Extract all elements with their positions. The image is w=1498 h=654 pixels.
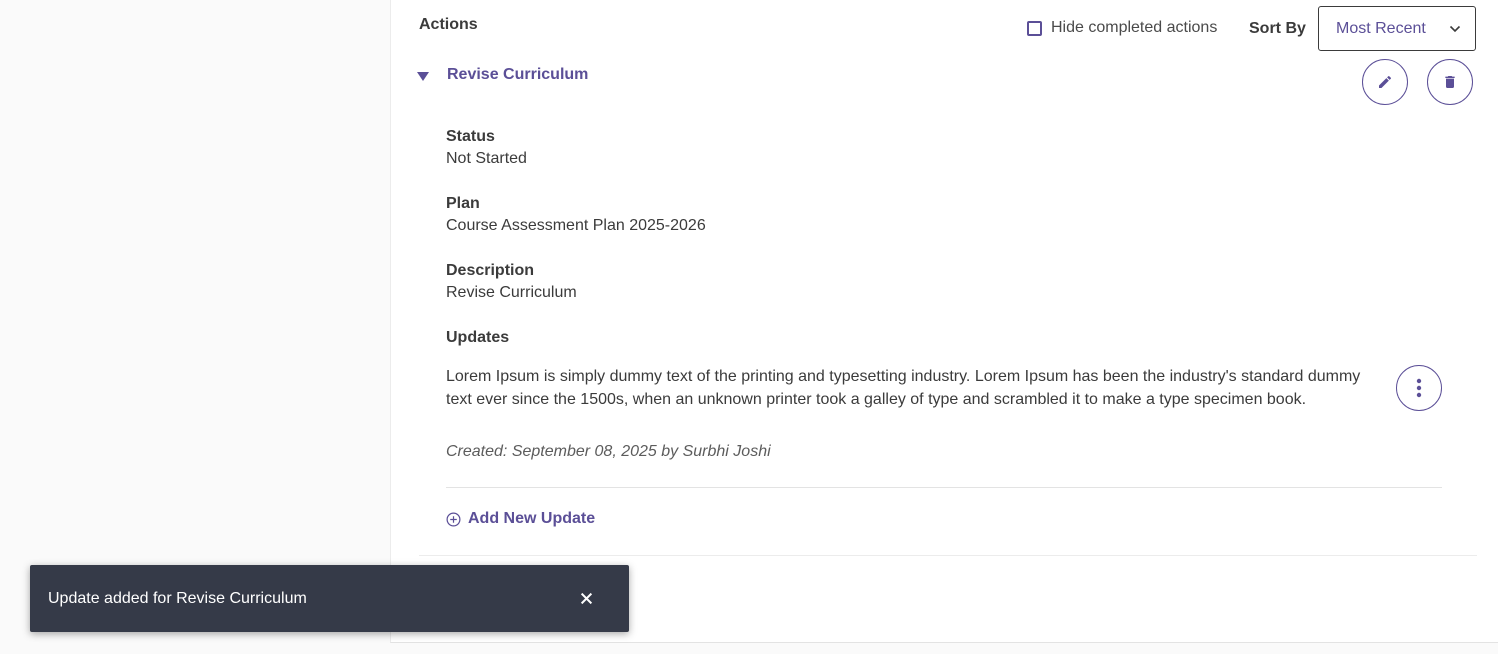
hide-completed-checkbox[interactable] xyxy=(1027,20,1042,36)
plan-label: Plan xyxy=(446,195,480,212)
more-vertical-icon xyxy=(1416,378,1422,398)
status-label: Status xyxy=(446,128,495,145)
divider xyxy=(419,555,1477,556)
plan-value: Course Assessment Plan 2025-2026 xyxy=(446,217,706,234)
description-label: Description xyxy=(446,262,535,279)
updates-heading: Updates xyxy=(446,329,510,346)
actions-heading: Actions xyxy=(419,16,478,33)
status-value: Not Started xyxy=(446,150,527,167)
close-icon xyxy=(580,592,592,605)
hide-completed-label: Hide completed actions xyxy=(1051,19,1218,36)
pencil-icon xyxy=(1379,75,1392,88)
delete-action-button[interactable] xyxy=(1427,59,1473,105)
add-new-update-label: Add New Update xyxy=(468,510,596,527)
update-more-button[interactable] xyxy=(1396,365,1442,411)
action-toggle[interactable]: Revise Curriculum xyxy=(417,66,588,84)
plus-circle-icon xyxy=(446,512,461,526)
caret-down-icon xyxy=(417,71,429,81)
description-value: Revise Curriculum xyxy=(446,284,577,301)
action-title: Revise Curriculum xyxy=(447,66,589,83)
update-meta: Created: September 08, 2025 by Surbhi Jo… xyxy=(446,443,771,460)
hide-completed-toggle[interactable]: Hide completed actions xyxy=(1027,19,1217,37)
sort-by-select[interactable]: Most Recent xyxy=(1318,6,1476,51)
chevron-down-icon xyxy=(1449,25,1461,32)
add-new-update-button[interactable]: Add New Update xyxy=(446,510,595,528)
edit-action-button[interactable] xyxy=(1362,59,1408,105)
description-field: Description Revise Curriculum xyxy=(446,262,577,302)
sort-by-label: Sort By xyxy=(1249,20,1306,37)
plan-field: Plan Course Assessment Plan 2025-2026 xyxy=(446,195,706,235)
toast-message: Update added for Revise Curriculum xyxy=(48,589,307,607)
toast-notification: Update added for Revise Curriculum xyxy=(30,565,629,632)
left-panel xyxy=(0,0,390,654)
toast-close-button[interactable] xyxy=(571,584,601,614)
sort-selected-value: Most Recent xyxy=(1336,19,1426,37)
actions-panel: Actions Hide completed actions Sort By M… xyxy=(390,0,1498,643)
trash-icon xyxy=(1445,76,1455,88)
status-field: Status Not Started xyxy=(446,128,527,168)
divider xyxy=(446,487,1442,488)
update-text: Lorem Ipsum is simply dummy text of the … xyxy=(446,368,1361,408)
